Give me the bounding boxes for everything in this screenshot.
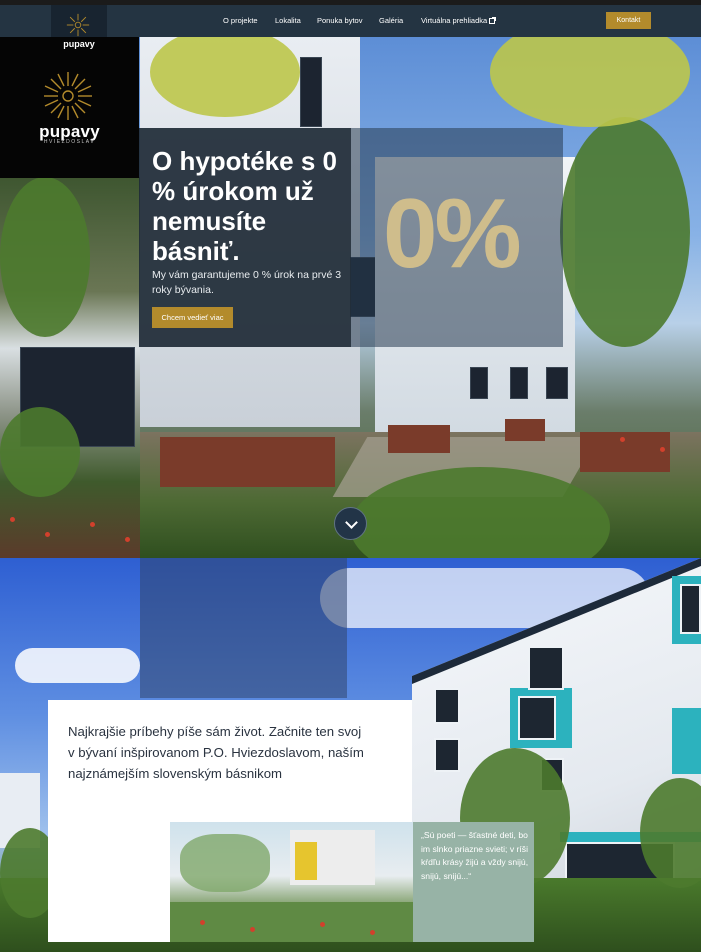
planter (505, 419, 545, 441)
window (434, 688, 460, 724)
promo-subtitle: My vám garantujeme 0 % úrok na prvé 3 ro… (152, 269, 342, 296)
intro-text: Najkrajšie príbehy píše sám život. Začni… (68, 724, 364, 781)
window (434, 738, 460, 772)
flower (90, 522, 95, 527)
zero-percent-graphic: 0% (383, 178, 522, 288)
yellow-door (295, 842, 317, 880)
flower (320, 922, 325, 927)
sun-logo-icon (44, 72, 92, 120)
tree (560, 117, 690, 347)
flower (10, 517, 15, 522)
scroll-down-button[interactable] (334, 507, 367, 540)
flower (125, 537, 130, 542)
nav-link-virtualna-prehliadka[interactable]: Virtuálna prehliadka (421, 16, 497, 25)
kontakt-button[interactable]: Kontakt (606, 12, 651, 29)
external-link-icon (489, 17, 497, 24)
promo-title: O hypotéke s 0 % úrokom už nemusíte básn… (152, 146, 337, 266)
meadow (170, 902, 413, 942)
window (470, 367, 488, 399)
cloud (15, 648, 140, 683)
window (680, 584, 701, 634)
window (518, 696, 556, 740)
planter (580, 432, 670, 472)
nav-link-label: Virtuálna prehliadka (421, 16, 488, 25)
flower (660, 447, 665, 452)
flower (250, 927, 255, 932)
flower (200, 920, 205, 925)
tree (0, 177, 90, 337)
window (546, 367, 568, 399)
window (528, 646, 564, 690)
nav-link-ponuka-bytov[interactable]: Ponuka bytov (317, 16, 362, 25)
shrubs (0, 407, 80, 497)
garden-photo (170, 822, 413, 942)
nav-link-o-projekte[interactable]: O projekte (223, 16, 258, 25)
nav-link-galeria[interactable]: Galéria (379, 16, 403, 25)
flower (370, 930, 375, 935)
window (300, 57, 322, 127)
nav-brand: pupavy (63, 39, 95, 49)
overlay-block (140, 558, 347, 698)
poem-quote: „Sú poeti — šťastné deti, bo im slnko pr… (421, 830, 529, 881)
flower (45, 532, 50, 537)
nav-link-lokalita[interactable]: Lokalita (275, 16, 301, 25)
planter (388, 425, 450, 453)
tree (490, 37, 690, 127)
brand-tagline: HVIEZDOSLAV (43, 139, 96, 145)
planter (160, 437, 335, 487)
teal-balcony (672, 708, 701, 774)
learn-more-button[interactable]: Chcem vedieť viac (152, 307, 233, 328)
nav-sun-icon (66, 13, 90, 37)
flower (620, 437, 625, 442)
tree (180, 834, 270, 892)
window (510, 367, 528, 399)
